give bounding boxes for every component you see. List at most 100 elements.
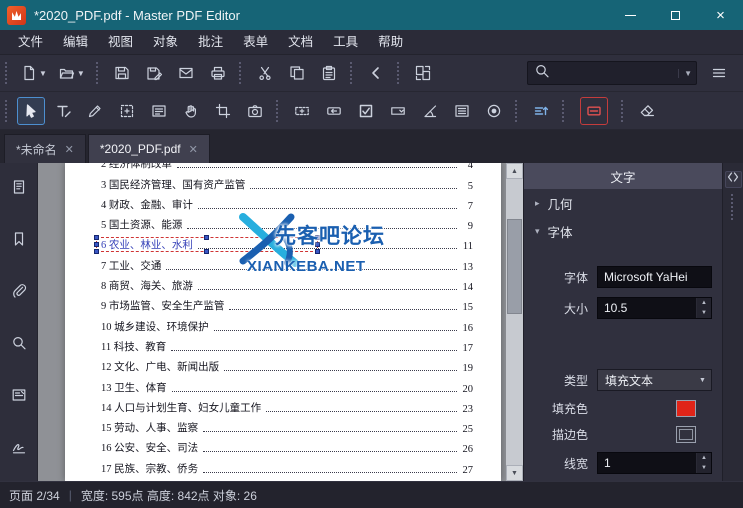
print-button[interactable]: [204, 59, 232, 87]
toc-row[interactable]: 17 民族、宗教、侨务27: [101, 458, 473, 478]
form-fields-panel-button[interactable]: [6, 384, 32, 410]
back-arrow-button[interactable]: [362, 59, 390, 87]
replace-pages-button[interactable]: [409, 59, 437, 87]
fill-type-dropdown[interactable]: 填充文本 ▼: [597, 369, 712, 391]
open-folder-button[interactable]: ▼: [55, 59, 89, 87]
tab-close-icon[interactable]: ✕: [189, 143, 198, 156]
vertical-scrollbar[interactable]: ▲ ▼: [506, 163, 523, 481]
selection-handle[interactable]: [94, 235, 99, 240]
minimize-button[interactable]: [608, 0, 653, 30]
combobox-field-button[interactable]: [384, 97, 412, 125]
arrange-objects-button[interactable]: [527, 97, 555, 125]
toc-row[interactable]: 7 工业、交通13: [101, 255, 473, 275]
toc-row[interactable]: 11 科技、教育17: [101, 337, 473, 357]
menu-item-3[interactable]: 对象: [143, 30, 188, 54]
spin-up-icon[interactable]: ▲: [697, 453, 711, 463]
line-width-input[interactable]: 1 ▲▼: [597, 452, 712, 474]
collapse-panel-button[interactable]: [725, 171, 742, 188]
font-size-input[interactable]: 10.5 ▲▼: [597, 297, 712, 319]
panel-drag-handle[interactable]: [731, 194, 735, 220]
line-width-spinner[interactable]: ▲▼: [696, 453, 711, 473]
stroke-color-swatch[interactable]: [676, 426, 696, 443]
copy-button[interactable]: [283, 59, 311, 87]
selection-handle[interactable]: [94, 242, 99, 247]
toc-row[interactable]: 10 城乡建设、环境保护16: [101, 316, 473, 336]
toc-row[interactable]: 3 国民经济管理、国有资产监管5: [101, 174, 473, 194]
listbox-field-button[interactable]: [448, 97, 476, 125]
search-panel-button[interactable]: [6, 332, 32, 358]
toc-row[interactable]: 15 劳动、人事、监察25: [101, 418, 473, 438]
save-button[interactable]: [108, 59, 136, 87]
toc-row[interactable]: 12 文化、广电、新闻出版19: [101, 357, 473, 377]
toc-row[interactable]: 4 财政、金融、审计7: [101, 195, 473, 215]
pages-panel-button[interactable]: [6, 176, 32, 202]
document-tab[interactable]: *未命名✕: [4, 134, 86, 163]
signatures-panel-button[interactable]: [6, 436, 32, 462]
snapshot-button[interactable]: [241, 97, 269, 125]
selection-handle[interactable]: [94, 249, 99, 254]
spin-down-icon[interactable]: ▼: [697, 308, 711, 318]
hand-pan-button[interactable]: [177, 97, 205, 125]
menu-item-1[interactable]: 编辑: [53, 30, 98, 54]
close-button[interactable]: ×: [698, 0, 743, 30]
scrollbar-track[interactable]: [506, 179, 523, 465]
search-dropdown-caret-icon[interactable]: ▼: [678, 69, 692, 78]
section-font[interactable]: ▾ 字体: [524, 217, 722, 245]
selection-handle[interactable]: [315, 249, 320, 254]
select-cursor-button[interactable]: [17, 97, 45, 125]
scrollbar-thumb[interactable]: [507, 219, 522, 314]
search-input[interactable]: [554, 66, 674, 80]
bookmarks-panel-button[interactable]: [6, 228, 32, 254]
toc-row[interactable]: 6 农业、林业、水利11: [101, 235, 473, 255]
redact-button[interactable]: [580, 97, 608, 125]
font-name-input[interactable]: Microsoft YaHei: [597, 266, 712, 288]
menu-item-6[interactable]: 文档: [278, 30, 323, 54]
paste-button[interactable]: [315, 59, 343, 87]
crop-button[interactable]: [209, 97, 237, 125]
save-as-button[interactable]: [140, 59, 168, 87]
toc-row[interactable]: 9 市场监管、安全生产监管15: [101, 296, 473, 316]
toc-row[interactable]: 14 人口与计划生育、妇女儿童工作23: [101, 398, 473, 418]
spin-down-icon[interactable]: ▼: [697, 463, 711, 473]
scroll-up-button[interactable]: ▲: [506, 163, 523, 179]
edit-forms-button[interactable]: [145, 97, 173, 125]
edit-object-button[interactable]: [81, 97, 109, 125]
selection-handle[interactable]: [204, 235, 209, 240]
menu-item-0[interactable]: 文件: [8, 30, 53, 54]
menu-item-7[interactable]: 工具: [323, 30, 368, 54]
measure-angle-button[interactable]: [416, 97, 444, 125]
pdf-page[interactable]: 2 经济体制改革43 国民经济管理、国有资产监管54 财政、金融、审计75 国土…: [65, 163, 501, 481]
spin-up-icon[interactable]: ▲: [697, 298, 711, 308]
radio-field-button[interactable]: [480, 97, 508, 125]
section-geometry[interactable]: ▸ 几何: [524, 189, 722, 217]
email-button[interactable]: [172, 59, 200, 87]
selection-handle[interactable]: [204, 249, 209, 254]
new-document-button[interactable]: ▼: [17, 59, 51, 87]
edit-text-button[interactable]: [49, 97, 77, 125]
selection-handle[interactable]: [315, 242, 320, 247]
attachments-panel-button[interactable]: [6, 280, 32, 306]
select-area-button[interactable]: [113, 97, 141, 125]
cut-button[interactable]: [251, 59, 279, 87]
menu-item-2[interactable]: 视图: [98, 30, 143, 54]
button-field-button[interactable]: [320, 97, 348, 125]
fill-color-swatch[interactable]: [676, 400, 696, 417]
menu-item-8[interactable]: 帮助: [368, 30, 413, 54]
document-tab[interactable]: *2020_PDF.pdf✕: [88, 134, 210, 163]
search-box[interactable]: ▼: [527, 61, 697, 85]
font-size-spinner[interactable]: ▲▼: [696, 298, 711, 318]
toc-row[interactable]: 13 卫生、体育20: [101, 377, 473, 397]
tab-close-icon[interactable]: ✕: [65, 143, 74, 156]
toolbar-overflow-button[interactable]: [705, 59, 733, 87]
checkbox-field-button[interactable]: [352, 97, 380, 125]
scroll-down-button[interactable]: ▼: [506, 465, 523, 481]
eraser-button[interactable]: [633, 97, 661, 125]
menu-item-4[interactable]: 批注: [188, 30, 233, 54]
toc-row[interactable]: 8 商贸、海关、旅游14: [101, 276, 473, 296]
selection-handle[interactable]: [315, 235, 320, 240]
toc-row[interactable]: 2 经济体制改革4: [101, 163, 473, 174]
toc-row[interactable]: 16 公安、安全、司法26: [101, 438, 473, 458]
text-field-button[interactable]: [288, 97, 316, 125]
maximize-button[interactable]: [653, 0, 698, 30]
toc-row[interactable]: 5 国土资源、能源9: [101, 215, 473, 235]
